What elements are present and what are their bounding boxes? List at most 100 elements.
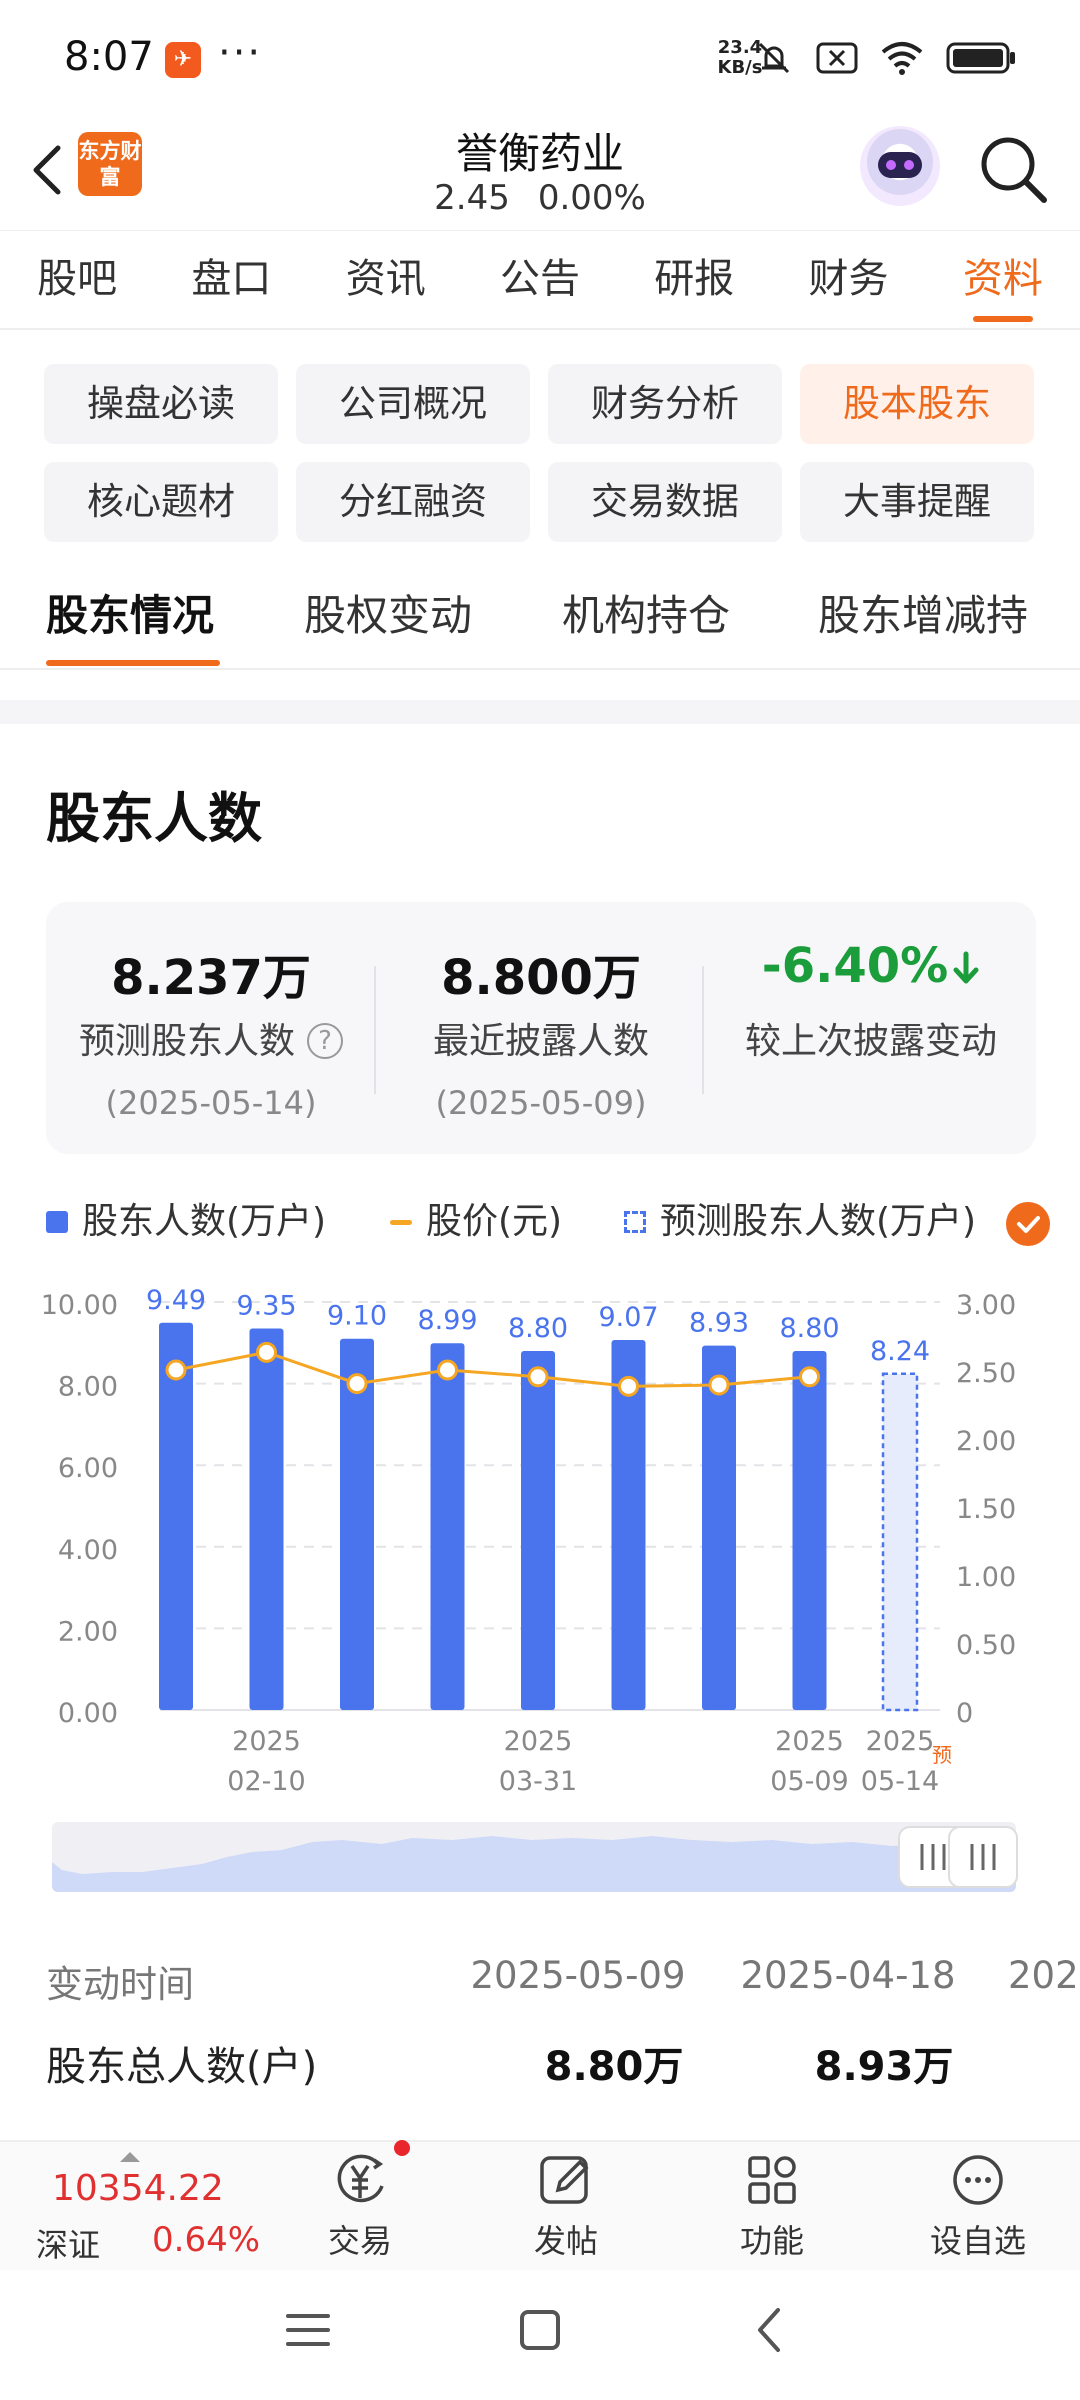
- tab-main-0[interactable]: 股吧: [0, 231, 154, 328]
- index-value[interactable]: 10354.22: [52, 2168, 224, 2209]
- x-tick-year: 2025: [504, 1726, 573, 1757]
- chart-bar: [792, 1350, 827, 1710]
- tab-holder-increase-decrease[interactable]: 股东增减持: [818, 580, 1028, 652]
- predicted-date: (2025-05-14): [105, 1084, 317, 1122]
- price-point: [256, 1341, 277, 1363]
- x-tick-date: 03-31: [499, 1766, 577, 1797]
- x-tick-date: 05-09: [770, 1766, 848, 1797]
- tab-main-4[interactable]: 研报: [617, 231, 771, 328]
- function-button[interactable]: 功能: [702, 2152, 842, 2262]
- help-icon[interactable]: ?: [307, 1023, 343, 1059]
- legend-price[interactable]: 股价(元): [390, 1194, 562, 1250]
- sim-off-icon: [816, 42, 858, 74]
- robot-face: [878, 152, 922, 178]
- predicted-value-label: 8.24: [870, 1336, 930, 1367]
- y-right-tick-label: 1.00: [956, 1562, 1016, 1593]
- back-nav-icon[interactable]: [742, 2300, 802, 2360]
- tab-main-1[interactable]: 盘口: [154, 231, 308, 328]
- summary-change: -6.40% 较上次披露变动: [706, 938, 1036, 1064]
- shareholder-chart: 0.00 2.00 4.00 6.00 8.00 10.00 0 0.50 1.00 1.50 2.…: [0, 1270, 1080, 1810]
- sub-category-button[interactable]: 操盘必读: [44, 364, 278, 444]
- tab-main-3[interactable]: 公告: [463, 231, 617, 328]
- tab-equity-change[interactable]: 股权变动: [304, 580, 472, 652]
- trade-label: 交易: [327, 2222, 392, 2260]
- sub-category-button[interactable]: 大事提醒: [800, 462, 1034, 542]
- section-divider: [0, 700, 1080, 724]
- stock-price: 2.45: [434, 178, 510, 218]
- x-tick-year: 2025: [866, 1726, 935, 1757]
- notification-dot: [394, 2140, 410, 2156]
- tab-shareholder-status[interactable]: 股东情况: [46, 580, 214, 652]
- index-market[interactable]: 深证: [36, 2220, 100, 2266]
- search-button[interactable]: [976, 132, 1052, 208]
- sub-category-button[interactable]: 财务分析: [548, 364, 782, 444]
- tab-main-5[interactable]: 财务: [771, 231, 925, 328]
- latest-date: (2025-05-09): [435, 1084, 647, 1122]
- legend-line-swatch: [390, 1219, 412, 1225]
- sub-category-button[interactable]: 公司概况: [296, 364, 530, 444]
- search-icon: [981, 137, 1047, 203]
- range-handle-right[interactable]: [948, 1826, 1018, 1888]
- x-tick-year: 2025: [775, 1726, 844, 1757]
- date-col-3: 2025: [1008, 1954, 1080, 1997]
- sub-category-grid: 操盘必读 公司概况 财务分析 股本股东核心题材 分红融资 交易数据 大事提醒: [44, 364, 1040, 542]
- price-point: [618, 1375, 639, 1397]
- legend-holders[interactable]: 股东人数(万户): [46, 1194, 326, 1250]
- date-col-2: 2025-04-18: [740, 1954, 956, 1997]
- price-point: [708, 1374, 730, 1396]
- table-row: 股东总人数(户) 8.80万 8.93万: [0, 2034, 1080, 2114]
- legend-predicted[interactable]: 预测股东人数(万户): [624, 1194, 976, 1250]
- chart-bar: [159, 1322, 193, 1710]
- sub-category-button[interactable]: 交易数据: [548, 462, 782, 542]
- bar-value-label: 9.10: [327, 1301, 387, 1332]
- down-arrow-icon: [953, 951, 979, 984]
- section-tabs: 股东情况 股权变动 机构持仓 股东增减持: [0, 580, 1080, 670]
- bar-value-label: 9.49: [146, 1285, 206, 1316]
- y-right-tick-label: 2.00: [956, 1426, 1016, 1457]
- bar-value-label: 8.99: [417, 1305, 477, 1336]
- predicted-bar: [881, 1372, 919, 1712]
- y-left-tick-label: 4.00: [58, 1535, 118, 1566]
- trade-button[interactable]: 交易: [290, 2152, 430, 2262]
- post-label: 发帖: [533, 2222, 598, 2260]
- total-holders-col-2: 8.93万: [814, 2044, 954, 2090]
- y-left-tick-label: 2.00: [58, 1616, 118, 1647]
- legend-dashed-swatch: [624, 1211, 646, 1233]
- status-icons: [754, 38, 1016, 78]
- price-point: [165, 1359, 187, 1381]
- tab-main-2[interactable]: 资讯: [309, 231, 463, 328]
- tab-main-6[interactable]: 资料: [926, 231, 1080, 328]
- y-left-tick-label: 0.00: [58, 1698, 118, 1729]
- expand-arrow-icon[interactable]: [120, 2152, 140, 2162]
- sub-category-button[interactable]: 核心题材: [44, 462, 278, 542]
- menu-icon[interactable]: [278, 2300, 338, 2360]
- bar-value-label: 9.07: [598, 1302, 658, 1333]
- bar-value-label: 8.80: [508, 1313, 568, 1344]
- edit-post-icon: [540, 2156, 589, 2204]
- post-button[interactable]: 发帖: [496, 2152, 636, 2262]
- robot-eye-left: [886, 160, 896, 170]
- legend-predicted-label: 预测股东人数(万户): [660, 1201, 977, 1242]
- main-tabs: 股吧 盘口 资讯 公告 研报 财务 资料: [0, 230, 1080, 330]
- home-icon[interactable]: [510, 2300, 570, 2360]
- range-overview-sparkline: [52, 1836, 1016, 1892]
- price-point: [527, 1366, 549, 1388]
- status-more-icon: ···: [218, 30, 263, 76]
- function-label: 功能: [739, 2222, 804, 2260]
- latest-holders-value: 8.800万: [441, 950, 641, 1006]
- ai-assistant-avatar[interactable]: [860, 126, 940, 206]
- predicted-holders-value: 8.237万: [111, 950, 311, 1006]
- index-change[interactable]: 0.64%: [152, 2220, 260, 2260]
- sub-category-button[interactable]: 股本股东: [800, 364, 1034, 444]
- tab-institution-holdings[interactable]: 机构持仓: [562, 580, 730, 652]
- add-watchlist-button[interactable]: 设自选: [908, 2152, 1048, 2262]
- yen-trade-icon: [337, 2154, 384, 2203]
- chart-range-slider[interactable]: [52, 1822, 1016, 1892]
- sub-category-button[interactable]: 分红融资: [296, 462, 530, 542]
- legend-bar-swatch: [46, 1211, 68, 1233]
- price-point: [799, 1366, 820, 1388]
- shareholder-summary-card: 8.237万 预测股东人数? (2025-05-14) 8.800万 最近披露人…: [46, 902, 1036, 1154]
- legend-toggle-checkbox[interactable]: [1006, 1202, 1050, 1246]
- grid-function-icon: [748, 2156, 796, 2204]
- bottom-toolbar: 10354.22 深证 0.64% 交易 发帖 功能 设自选: [0, 2140, 1080, 2270]
